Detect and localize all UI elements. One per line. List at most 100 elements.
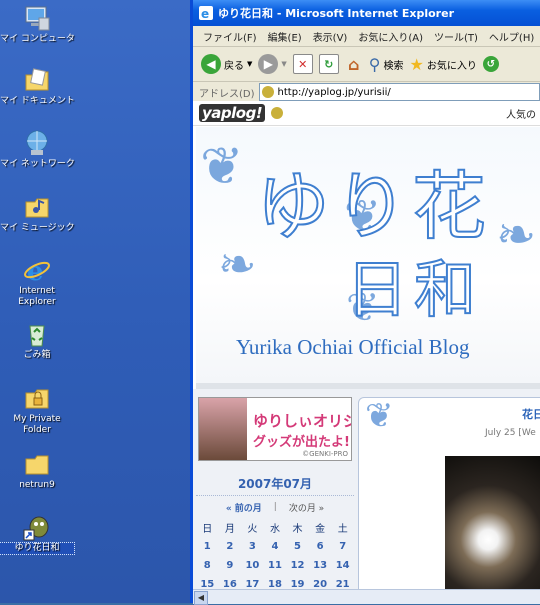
calendar-day[interactable]: 8 bbox=[196, 556, 219, 575]
forward-arrow-icon: ▶ bbox=[258, 54, 279, 74]
calendar-grid: 日 月 火 水 木 金 土 1 2 3 4 5 6 7 8 9 10 11 12… bbox=[196, 518, 354, 590]
blog-banner[interactable]: ❦ ❧ ❦ ❧ ❦ ゆり花 日和 Yurika Ochiai Official … bbox=[196, 127, 540, 389]
calendar-day[interactable]: 3 bbox=[241, 537, 264, 556]
desktop-icon-label: マイ ミュージック bbox=[0, 223, 75, 233]
toolbar: ◀ 戻る ▼ ▶ ▼ ✕ ↻ ⌂ ⚲ 検索 ★ お気に入り ↺ bbox=[193, 47, 540, 82]
desktop-icon-recycle-bin[interactable]: ごみ箱 bbox=[0, 320, 74, 361]
calendar-day[interactable]: 11 bbox=[264, 556, 287, 575]
calendar-day[interactable]: 10 bbox=[241, 556, 264, 575]
calendar-day[interactable]: 9 bbox=[219, 556, 242, 575]
desktop-icon-label: マイ ドキュメント bbox=[0, 96, 75, 106]
weekday-header: 月 bbox=[224, 524, 235, 535]
desktop-icon-my-computer[interactable]: マイ コンピュータ bbox=[0, 4, 75, 45]
page-content: yaplog! 人気の ❦ ❧ ❦ ❧ ❦ ゆり花 日和 Yurika Ochi… bbox=[193, 101, 540, 590]
calendar-day[interactable]: 13 bbox=[309, 556, 332, 575]
banner-title-line2: 日和 bbox=[345, 252, 483, 327]
banner-title-line1: ゆり花 bbox=[255, 163, 490, 251]
next-month-link[interactable]: 次の月 » bbox=[289, 501, 324, 514]
refresh-button[interactable]: ↻ bbox=[318, 54, 339, 74]
menu-bar: ファイル(F) 編集(E) 表示(V) お気に入り(A) ツール(T) ヘルプ(… bbox=[193, 26, 540, 47]
desktop-icon-internet-explorer[interactable]: e Internet Explorer bbox=[0, 256, 74, 308]
desktop-icon-netrun9[interactable]: netrun9 bbox=[0, 450, 74, 491]
address-label: アドレス(D) bbox=[199, 88, 255, 100]
menu-help[interactable]: ヘルプ(H) bbox=[489, 29, 534, 44]
calendar-day[interactable]: 4 bbox=[264, 537, 287, 556]
music-folder-icon bbox=[23, 193, 51, 221]
calendar-day[interactable]: 12 bbox=[286, 556, 309, 575]
calendar-day[interactable]: 18 bbox=[264, 575, 287, 590]
calendar-day[interactable]: 21 bbox=[331, 575, 354, 590]
chevron-down-icon: ▼ bbox=[247, 60, 253, 68]
stop-button[interactable]: ✕ bbox=[292, 54, 313, 74]
weekday-header: 土 bbox=[337, 524, 348, 535]
calendar-day[interactable]: 16 bbox=[219, 575, 242, 590]
yaplog-mascot-icon bbox=[271, 107, 284, 119]
promo-line2: グッズが出たよ!! bbox=[253, 435, 352, 450]
weekday-header: 金 bbox=[315, 524, 326, 535]
weekday-header: 木 bbox=[292, 524, 303, 535]
desktop-icon-label: マイ コンピュータ bbox=[0, 34, 75, 44]
calendar-day[interactable]: 19 bbox=[286, 575, 309, 590]
calendar-day[interactable]: 20 bbox=[309, 575, 332, 590]
menu-edit[interactable]: 編集(E) bbox=[268, 29, 302, 44]
calendar-day[interactable]: 7 bbox=[331, 537, 354, 556]
calendar-day[interactable]: 17 bbox=[241, 575, 264, 590]
address-input[interactable]: http://yaplog.jp/yurisii/ bbox=[258, 83, 540, 101]
svg-text:e: e bbox=[201, 7, 209, 20]
ornament-swirl: ❦ bbox=[200, 137, 244, 197]
menu-file[interactable]: ファイル(F) bbox=[203, 29, 257, 44]
yaplog-logo[interactable]: yaplog! bbox=[199, 104, 266, 122]
calendar-day[interactable]: 1 bbox=[196, 537, 219, 556]
weekday-header: 火 bbox=[247, 524, 258, 535]
private-folder-icon bbox=[23, 384, 51, 412]
yaplog-header: yaplog! 人気の bbox=[193, 101, 540, 126]
menu-view[interactable]: 表示(V) bbox=[313, 29, 348, 44]
shortcut-icon bbox=[23, 513, 51, 541]
search-label: 検索 bbox=[383, 60, 404, 72]
desktop: マイ コンピュータ マイ ドキュメント マイ ネットワーク マイ ミュージック … bbox=[0, 0, 190, 603]
internet-explorer-icon: e bbox=[23, 256, 51, 287]
forward-button[interactable]: ▶ ▼ bbox=[258, 54, 287, 74]
weekday-header: 水 bbox=[269, 524, 280, 535]
search-button[interactable]: ⚲ 検索 bbox=[369, 55, 404, 74]
desktop-icon-label: netrun9 bbox=[19, 480, 55, 490]
history-button[interactable]: ↺ bbox=[482, 56, 499, 72]
goods-promo-banner[interactable]: ゆりしぃオリジナル グッズが出たよ!! ©GENKI-PRO bbox=[198, 397, 352, 461]
calendar-day[interactable]: 15 bbox=[196, 575, 219, 590]
banner-subtitle: Yurika Ochiai Official Blog bbox=[236, 335, 470, 359]
desktop-icon-my-private-folder[interactable]: My Private Folder bbox=[0, 384, 74, 436]
recycle-bin-icon bbox=[23, 320, 51, 348]
window-titlebar[interactable]: e ゆり花日和 - Microsoft Internet Explorer bbox=[193, 0, 540, 26]
post-photo[interactable] bbox=[445, 456, 540, 590]
desktop-icon-label: My Private Folder bbox=[13, 414, 61, 435]
desktop-icon-my-documents[interactable]: マイ ドキュメント bbox=[0, 66, 75, 107]
back-button[interactable]: ◀ 戻る ▼ bbox=[201, 54, 252, 74]
home-button[interactable]: ⌂ bbox=[345, 55, 363, 74]
favorites-button[interactable]: ★ お気に入り bbox=[410, 55, 477, 74]
refresh-icon: ↻ bbox=[318, 54, 339, 74]
blog-post: ❦ 花日 July 25 [We bbox=[358, 397, 540, 590]
horizontal-scrollbar[interactable]: ◀ bbox=[193, 589, 540, 605]
desktop-icon-yurika-shortcut[interactable]: ゆり花日和 bbox=[0, 513, 75, 555]
svg-text:e: e bbox=[27, 257, 44, 284]
menu-tools[interactable]: ツール(T) bbox=[434, 29, 478, 44]
ornament-swirl: ❧ bbox=[496, 207, 537, 263]
address-url: http://yaplog.jp/yurisii/ bbox=[277, 86, 391, 98]
calendar-day[interactable]: 6 bbox=[309, 537, 332, 556]
star-icon: ★ bbox=[409, 54, 424, 74]
desktop-icon-my-music[interactable]: マイ ミュージック bbox=[0, 193, 75, 234]
network-icon bbox=[23, 129, 51, 157]
calendar-day[interactable]: 2 bbox=[219, 537, 242, 556]
post-date: July 25 [We bbox=[485, 428, 536, 438]
stop-icon: ✕ bbox=[292, 54, 313, 74]
prev-month-link[interactable]: « 前の月 bbox=[226, 501, 262, 514]
post-title[interactable]: 花日 bbox=[522, 406, 540, 422]
calendar-day[interactable]: 5 bbox=[286, 537, 309, 556]
calendar-day[interactable]: 14 bbox=[331, 556, 354, 575]
desktop-icon-my-network[interactable]: マイ ネットワーク bbox=[0, 129, 75, 170]
yaplog-nav-text[interactable]: 人気の bbox=[506, 106, 540, 121]
site-favicon-icon bbox=[261, 86, 274, 98]
menu-favorites[interactable]: お気に入り(A) bbox=[358, 29, 423, 44]
history-icon: ↺ bbox=[482, 56, 499, 72]
back-arrow-icon: ◀ bbox=[201, 54, 221, 74]
